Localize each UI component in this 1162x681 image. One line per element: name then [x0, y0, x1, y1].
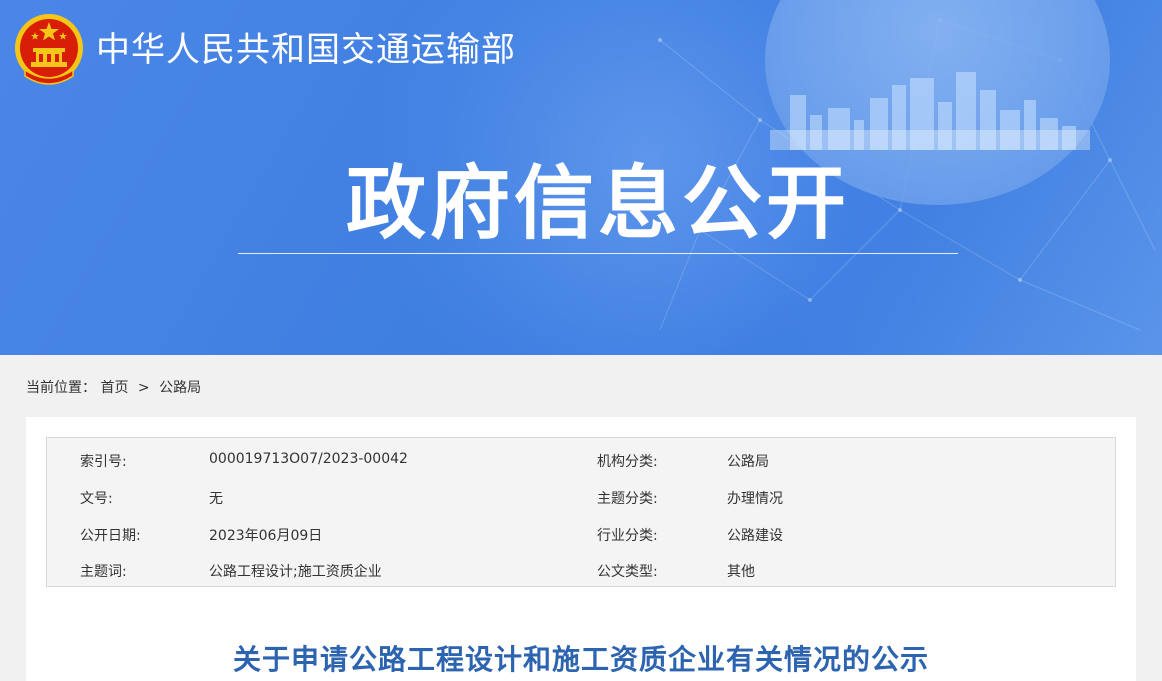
content-panel: 索引号: 000019713O07/2023-00042 机构分类: 公路局 文… [26, 417, 1136, 681]
meta-row: 文号: 无 主题分类: 办理情况 [47, 488, 1115, 508]
banner-title: 政府信息公开 [346, 157, 850, 250]
meta-key: 公文类型: [597, 564, 658, 580]
meta-value: 2023年06月09日 [209, 528, 323, 544]
meta-key: 主题分类: [597, 491, 658, 507]
national-emblem-icon [15, 14, 83, 85]
site-name[interactable]: 中华人民共和国交通运输部 [96, 22, 516, 71]
meta-key: 索引号: [80, 454, 127, 470]
meta-value: 其他 [727, 564, 755, 580]
meta-row: 公开日期: 2023年06月09日 行业分类: 公路建设 [47, 525, 1115, 545]
meta-value: 公路局 [727, 454, 769, 470]
meta-value: 办理情况 [727, 491, 783, 507]
breadcrumb-current-link[interactable]: 公路局 [159, 380, 201, 396]
meta-key: 文号: [80, 491, 113, 507]
meta-value: 公路建设 [727, 528, 783, 544]
meta-row: 索引号: 000019713O07/2023-00042 机构分类: 公路局 [47, 451, 1115, 471]
meta-key: 主题词: [80, 564, 127, 580]
meta-value: 公路工程设计;施工资质企业 [209, 564, 382, 580]
meta-key: 机构分类: [597, 454, 658, 470]
meta-key: 行业分类: [597, 528, 658, 544]
header-banner: 中华人民共和国交通运输部 政府信息公开 [0, 0, 1162, 355]
document-metadata-table: 索引号: 000019713O07/2023-00042 机构分类: 公路局 文… [46, 437, 1116, 587]
city-skyline-icon [770, 72, 1090, 150]
meta-row: 主题词: 公路工程设计;施工资质企业 公文类型: 其他 [47, 561, 1115, 581]
meta-value: 无 [209, 491, 223, 507]
breadcrumb-home-link[interactable]: 首页 [100, 380, 128, 396]
meta-key: 公开日期: [80, 528, 141, 544]
breadcrumb-label: 当前位置： [26, 380, 96, 396]
breadcrumb: 当前位置： 首页 > 公路局 [26, 377, 201, 397]
banner-divider [238, 253, 958, 254]
breadcrumb-separator: > [137, 380, 150, 396]
document-title: 关于申请公路工程设计和施工资质企业有关情况的公示 [232, 643, 929, 676]
meta-value: 000019713O07/2023-00042 [209, 451, 408, 467]
